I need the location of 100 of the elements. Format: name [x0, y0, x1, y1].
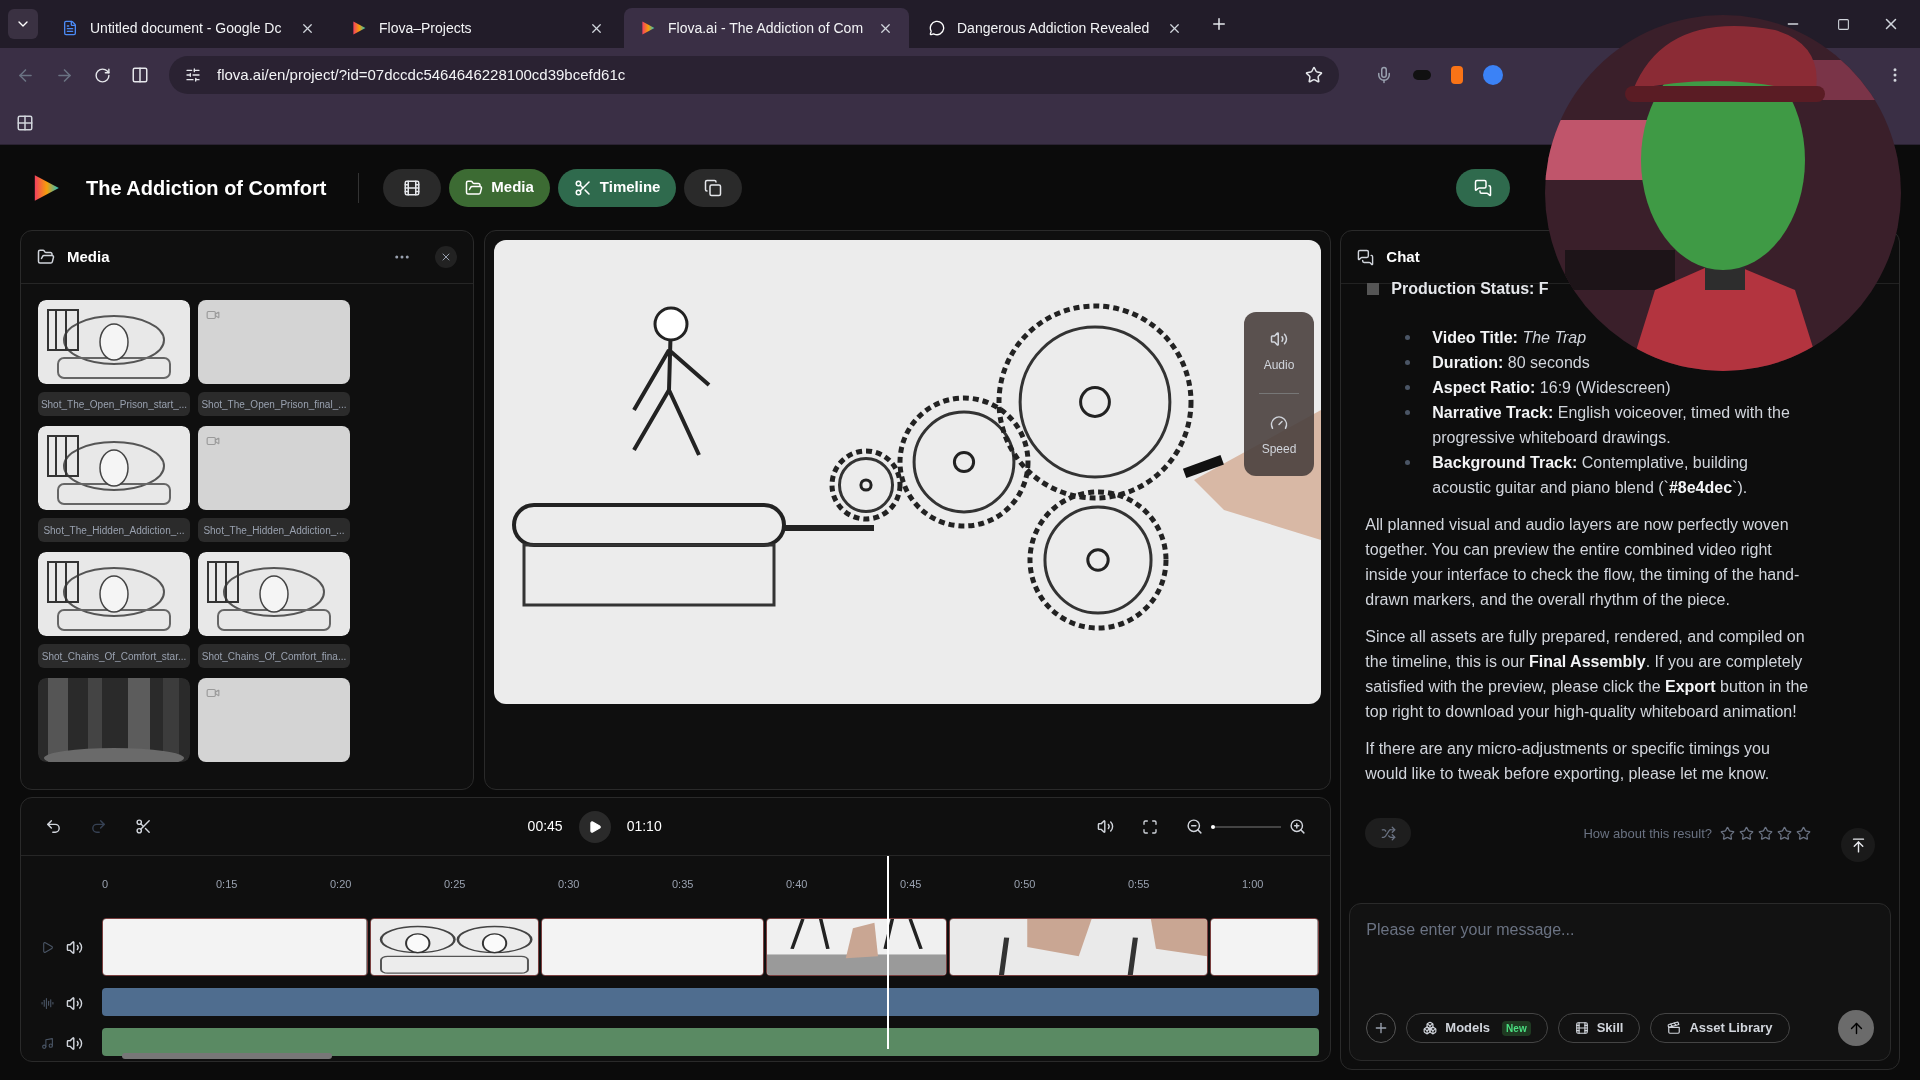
status-heading: Production Status: F: [1391, 279, 1549, 299]
play-icon: [587, 819, 602, 834]
tab-title: Flova–Projects: [379, 18, 473, 38]
time-tick: 0:45: [900, 876, 923, 892]
video-clip[interactable]: [1210, 918, 1319, 976]
maximize-icon[interactable]: [1837, 17, 1850, 31]
zoom-out-icon[interactable]: [1186, 818, 1204, 835]
film-icon: [1574, 1021, 1589, 1035]
video-clip[interactable]: [765, 918, 947, 976]
play-button[interactable]: [578, 810, 611, 843]
copy-button[interactable]: [684, 168, 743, 207]
horizontal-scrollbar[interactable]: [122, 1053, 332, 1059]
time-tick: 0:15: [216, 876, 239, 892]
browser-tab[interactable]: Untitled document - Google Dc: [46, 8, 331, 48]
fullscreen-icon[interactable]: [1142, 818, 1159, 835]
play-logo-icon: [351, 20, 367, 36]
chat-paragraph: All planned visual and audio layers are now perfectly woven together. You can preview the entire combined video right inside your interface to check the flow, the timing of the hand-drawn markers, and the overall rhythm of the piece.: [1365, 515, 1801, 610]
chat-bubble-icon: [929, 20, 945, 36]
video-clip[interactable]: [948, 918, 1209, 976]
tab-title: Flova.ai - The Addiction of Com: [668, 18, 865, 38]
star-icon[interactable]: [1777, 825, 1792, 841]
audio-button[interactable]: Audio: [1263, 329, 1295, 374]
video-clip[interactable]: [369, 918, 539, 976]
track-volume-icon[interactable]: [65, 938, 83, 956]
new-tab-icon[interactable]: [1210, 15, 1228, 33]
chat-paragraph: If there are any micro-adjustments or specific timings you would like to tweak before exporting, please let me know.: [1365, 739, 1771, 784]
time-tick: 0:50: [1014, 876, 1037, 892]
star-icon[interactable]: [1796, 825, 1811, 841]
video-icon: [206, 308, 220, 322]
track-volume-icon[interactable]: [65, 994, 83, 1012]
clapperboard-icon: [1667, 1021, 1682, 1035]
video-icon: [206, 434, 220, 448]
speed-button[interactable]: Speed: [1261, 414, 1297, 459]
new-badge: New: [1502, 1020, 1531, 1036]
panel-title: Chat: [1386, 246, 1420, 267]
browser-tab[interactable]: Dangerous Addiction Revealed: [913, 8, 1198, 48]
split-view-icon[interactable]: [131, 66, 149, 84]
extension-icon[interactable]: [1451, 66, 1463, 84]
rating-prompt: How about this result?: [1583, 824, 1712, 843]
chat-toggle-button[interactable]: [1456, 168, 1510, 207]
video-track-icon: [40, 940, 54, 954]
undo-icon[interactable]: [45, 818, 62, 835]
browser-tab[interactable]: Flova–Projects: [335, 8, 620, 48]
zoom-in-icon[interactable]: [1289, 818, 1307, 835]
shuffle-icon: [1380, 825, 1396, 841]
scroll-top-button[interactable]: [1841, 828, 1875, 862]
time-tick: 0:20: [330, 876, 353, 892]
bullet-text: Narrative Track: English voiceover, timed with the progressive whiteboard drawings.: [1432, 403, 1791, 448]
browser-tab[interactable]: Flova.ai - The Addiction of Com: [624, 8, 909, 48]
music-track-bar[interactable]: [102, 1028, 1319, 1056]
apps-grid-icon[interactable]: [16, 114, 34, 132]
storyboard-button[interactable]: [383, 168, 442, 207]
bullet-text: Background Track: Contemplative, building acoustic guitar and piano blend (`#8e4dec`).: [1432, 453, 1749, 498]
address-bar[interactable]: flova.ai/en/project/?id=07dccdc5464646228100cd39bcefd61c: [169, 56, 1339, 94]
split-icon[interactable]: [135, 818, 152, 835]
video-icon: [206, 686, 220, 700]
timeline-button[interactable]: Timeline: [557, 168, 677, 207]
tab-list-button[interactable]: [8, 9, 38, 39]
status-icon: [1367, 282, 1380, 295]
media-label: Shot_Chains_Of_Comfort_fina...: [198, 644, 350, 668]
bookmark-star-icon[interactable]: [1305, 66, 1323, 84]
document-icon: [62, 20, 78, 36]
track-volume-icon[interactable]: [65, 1034, 83, 1052]
time-tick: 0:55: [1128, 876, 1151, 892]
site-settings-icon[interactable]: [185, 67, 201, 83]
voice-track-icon: [40, 996, 54, 1010]
star-rating[interactable]: [1720, 825, 1811, 841]
scissors-icon: [573, 178, 592, 197]
star-icon[interactable]: [1758, 825, 1773, 841]
media-button[interactable]: Media: [449, 168, 550, 207]
time-tick: 0: [102, 876, 110, 892]
share-button[interactable]: [1365, 818, 1412, 848]
extension-icon[interactable]: [1483, 65, 1503, 85]
star-icon[interactable]: [1720, 825, 1735, 841]
media-label: Shot_The_Hidden_Addiction_...: [198, 518, 350, 542]
time-tick: 0:40: [786, 876, 809, 892]
bullet-text: Duration: 80 seconds: [1432, 353, 1591, 373]
message-input[interactable]: Please enter your message...: [1366, 918, 1874, 942]
reload-icon[interactable]: [94, 66, 111, 84]
star-icon[interactable]: [1739, 825, 1754, 841]
zoom-slider-fill[interactable]: [1211, 824, 1216, 829]
volume-icon[interactable]: [1097, 818, 1115, 835]
url-text: flova.ai/en/project/?id=07dccdc5464646228100cd39bcefd61c: [217, 64, 627, 85]
time-tick: 0:30: [558, 876, 581, 892]
time-tick: 0:25: [444, 876, 467, 892]
tab-title: Dangerous Addiction Revealed: [957, 18, 1151, 38]
media-label: Shot_Chains_Of_Comfort_star...: [38, 644, 190, 668]
playhead[interactable]: [886, 856, 889, 1049]
folder-icon: [465, 178, 484, 197]
close-button[interactable]: [435, 246, 457, 268]
total-time: 01:10: [626, 817, 662, 836]
microphone-icon[interactable]: [1375, 66, 1393, 84]
current-time: 00:45: [527, 817, 563, 836]
send-button[interactable]: [1838, 1010, 1874, 1046]
video-clip[interactable]: [540, 918, 764, 976]
media-label: Shot_The_Hidden_Addiction_...: [38, 518, 190, 542]
bullet-text: Video Title: The Trap: [1432, 328, 1588, 348]
bullet-text: Aspect Ratio: 16:9 (Widescreen): [1432, 378, 1672, 398]
voiceover-track-bar[interactable]: [102, 988, 1319, 1016]
video-clip[interactable]: [102, 918, 368, 976]
